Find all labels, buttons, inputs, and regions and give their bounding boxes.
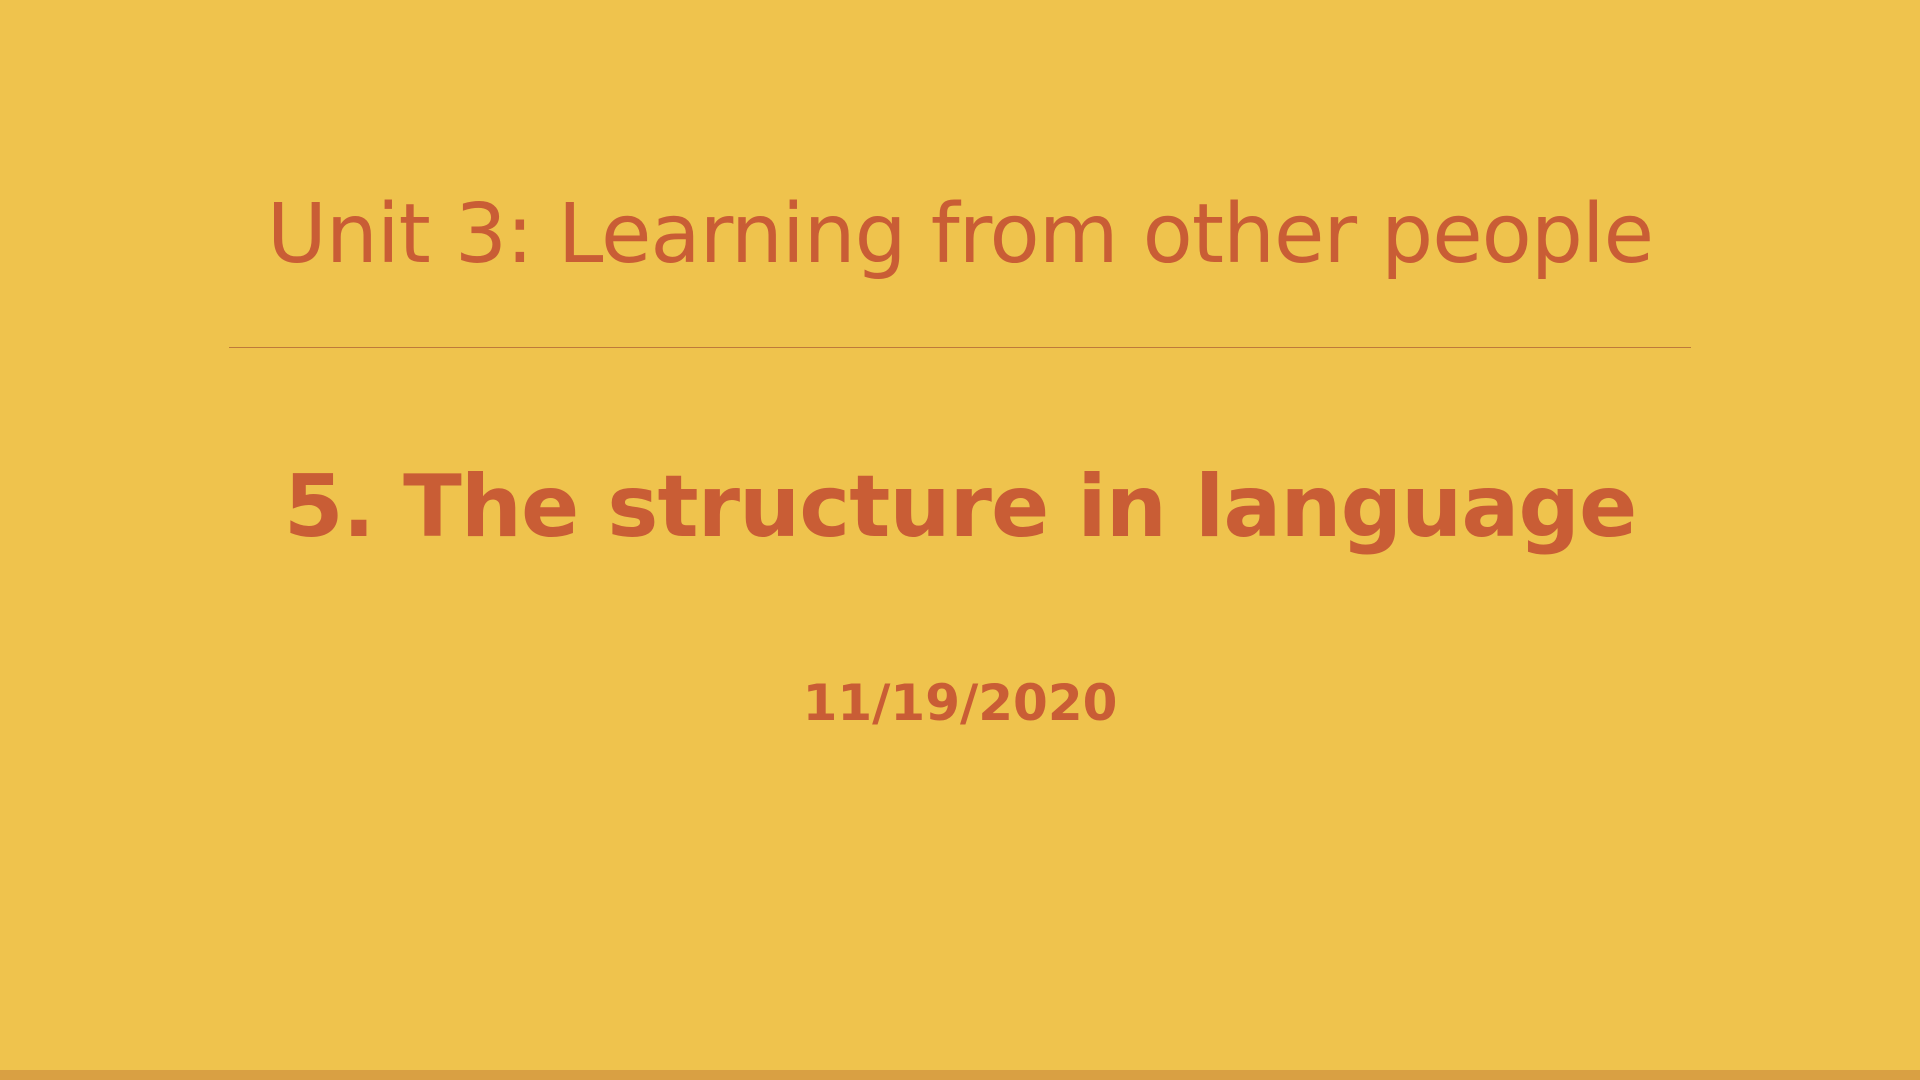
bottom-accent-bar — [0, 1070, 1920, 1080]
slide-subtitle: 5. The structure in language — [283, 457, 1638, 557]
title-divider — [229, 347, 1691, 348]
slide: Unit 3: Learning from other people 5. Th… — [0, 0, 1920, 1080]
slide-date: 11/19/2020 — [802, 674, 1118, 732]
slide-title: Unit 3: Learning from other people — [266, 187, 1654, 282]
